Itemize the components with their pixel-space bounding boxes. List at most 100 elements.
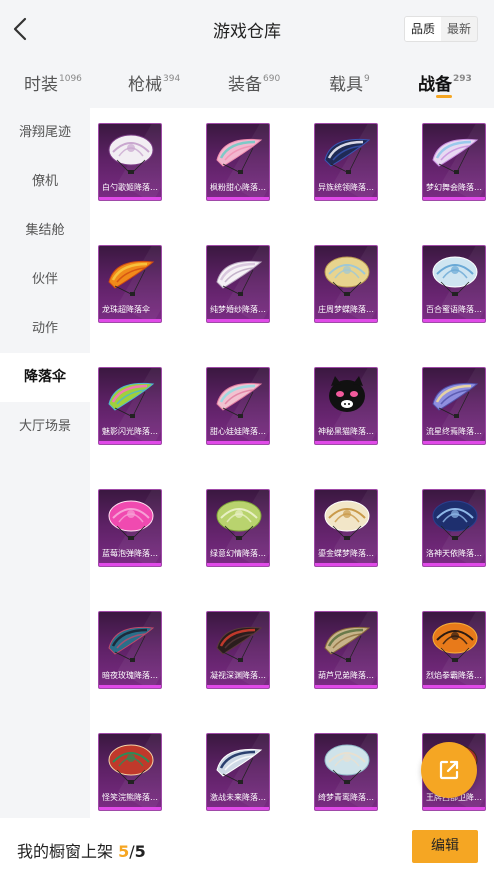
tab-supplies[interactable]: 战备293 (418, 70, 472, 95)
card-item-name: 枫粉甜心降落… (210, 183, 266, 192)
parachute-item-card[interactable]: 异族统领降落… (314, 123, 378, 201)
header: 游戏仓库 品质 最新 (0, 0, 494, 58)
external-link-icon (439, 760, 459, 780)
parachute-item-card[interactable]: 魅影闪光降落… (98, 367, 162, 445)
parachute-icon (108, 134, 154, 174)
parachute-icon (324, 500, 370, 540)
parachute-item-card[interactable]: 庄周梦蝶降落… (314, 245, 378, 323)
card-background: 枫粉甜心降落… (206, 123, 270, 201)
card-item-name: 纯梦婚纱降落… (210, 305, 266, 314)
card-background: 梦幻舞会降落… (422, 123, 486, 201)
parachute-item-card[interactable]: 枫粉甜心降落… (206, 123, 270, 201)
parachute-icon (216, 260, 263, 296)
card-item-name: 怪笑浣熊降落… (102, 793, 158, 802)
parachute-item-card[interactable]: 鎏金蝶梦降落… (314, 489, 378, 567)
parachute-item-card[interactable]: 暗夜玫瑰降落… (98, 611, 162, 689)
card-item-name: 魅影闪光降落… (102, 427, 158, 436)
card-background: 怪笑浣熊降落… (98, 733, 162, 811)
card-item-name: 凝视深渊降落… (210, 671, 266, 680)
sidebar-item-glide-trail[interactable]: 滑翔尾迹 (0, 108, 90, 157)
parachute-icon (108, 382, 155, 418)
card-background: 蓝莓泡弹降落… (98, 489, 162, 567)
card-item-name: 烈焰拳霸降落… (426, 671, 482, 680)
parachute-icon (329, 376, 365, 412)
parachute-item-card[interactable]: 甜心娃娃降落… (206, 367, 270, 445)
edit-button[interactable]: 编辑 (412, 830, 478, 863)
parachute-item-card[interactable]: 绿意幻情降落… (206, 489, 270, 567)
parachute-item-card[interactable]: 绮梦青鸾降落… (314, 733, 378, 811)
parachute-item-card[interactable]: 白勺歌姬降落… (98, 123, 162, 201)
card-background: 白勺歌姬降落… (98, 123, 162, 201)
share-button[interactable] (421, 742, 477, 798)
showcase-total: 5 (134, 842, 146, 861)
parachute-icon (216, 382, 263, 418)
card-item-name: 神秘黑猫降落… (318, 427, 374, 436)
parachute-icon (216, 626, 263, 662)
sidebar-item-emote[interactable]: 动作 (0, 304, 90, 353)
parachute-icon (324, 256, 370, 296)
card-item-name: 蓝莓泡弹降落… (102, 549, 158, 558)
showcase-footer: 我的橱窗上架 5/5 编辑 (0, 818, 494, 875)
parachute-item-card[interactable]: 激战未来降落… (206, 733, 270, 811)
tab-label: 战备 (418, 75, 452, 95)
card-background: 凝视深渊降落… (206, 611, 270, 689)
parachute-item-card[interactable]: 葫芦兄弟降落… (314, 611, 378, 689)
active-tab-indicator (436, 95, 452, 98)
tab-label: 枪械 (128, 75, 162, 95)
card-background: 绮梦青鸾降落… (314, 733, 378, 811)
tab-vehicles[interactable]: 载具9 (329, 70, 370, 95)
card-background: 洛神天依降落… (422, 489, 486, 567)
card-item-name: 龙珠超降落伞 (102, 305, 150, 314)
sidebar-item-wingman[interactable]: 僚机 (0, 157, 90, 206)
sidebar-item-lobby-scene[interactable]: 大厅场景 (0, 402, 90, 451)
card-background: 异族统领降落… (314, 123, 378, 201)
sidebar-item-pod[interactable]: 集结舱 (0, 206, 90, 255)
parachute-item-card[interactable]: 梦幻舞会降落… (422, 123, 486, 201)
tab-equipment[interactable]: 装备690 (228, 70, 280, 95)
parachute-icon (108, 260, 155, 296)
card-item-name: 异族统领降落… (318, 183, 374, 192)
tab-fashion[interactable]: 时装1096 (24, 70, 82, 95)
card-item-name: 流星终焉降落… (426, 427, 482, 436)
parachute-icon (432, 256, 478, 296)
parachute-item-card[interactable]: 怪笑浣熊降落… (98, 733, 162, 811)
parachute-icon (108, 744, 154, 784)
card-item-name: 绿意幻情降落… (210, 549, 266, 558)
parachute-icon (324, 744, 370, 784)
card-background: 神秘黑猫降落… (314, 367, 378, 445)
parachute-item-card[interactable]: 凝视深渊降落… (206, 611, 270, 689)
parachute-icon (108, 626, 155, 662)
sidebar-item-parachute[interactable]: 降落伞 (0, 353, 90, 402)
sidebar: 滑翔尾迹 僚机 集结舱 伙伴 动作 降落伞 大厅场景 (0, 108, 90, 818)
card-item-name: 白勺歌姬降落… (102, 183, 158, 192)
parachute-item-card[interactable]: 流星终焉降落… (422, 367, 486, 445)
category-tabs: 时装1096 枪械394 装备690 载具9 战备293 (0, 58, 494, 108)
item-grid: 白勺歌姬降落… 枫粉甜心降落… 异族统领降落… 梦幻舞会降落… 龙珠超降落伞 纯… (90, 108, 494, 818)
card-background: 庄周梦蝶降落… (314, 245, 378, 323)
tab-firearms[interactable]: 枪械394 (128, 70, 180, 95)
sidebar-item-companion[interactable]: 伙伴 (0, 255, 90, 304)
tab-label: 载具 (329, 75, 363, 95)
parachute-item-card[interactable]: 烈焰拳霸降落… (422, 611, 486, 689)
tab-count: 293 (453, 74, 472, 84)
card-item-name: 暗夜玫瑰降落… (102, 671, 158, 680)
parachute-item-card[interactable]: 洛神天依降落… (422, 489, 486, 567)
parachute-item-card[interactable]: 百合蜜语降落… (422, 245, 486, 323)
tab-count: 690 (263, 74, 281, 84)
parachute-item-card[interactable]: 蓝莓泡弹降落… (98, 489, 162, 567)
sort-toggle: 品质 最新 (404, 16, 478, 42)
parachute-icon (216, 748, 263, 784)
parachute-item-card[interactable]: 纯梦婚纱降落… (206, 245, 270, 323)
card-background: 甜心娃娃降落… (206, 367, 270, 445)
sort-option-quality[interactable]: 品质 (405, 17, 441, 41)
card-item-name: 绮梦青鸾降落… (318, 793, 374, 802)
card-background: 暗夜玫瑰降落… (98, 611, 162, 689)
card-item-name: 鎏金蝶梦降落… (318, 549, 374, 558)
parachute-item-card[interactable]: 龙珠超降落伞 (98, 245, 162, 323)
parachute-icon (432, 500, 478, 540)
card-background: 烈焰拳霸降落… (422, 611, 486, 689)
sort-option-latest[interactable]: 最新 (441, 17, 477, 41)
card-item-name: 洛神天依降落… (426, 549, 482, 558)
parachute-item-card[interactable]: 神秘黑猫降落… (314, 367, 378, 445)
card-item-name: 葫芦兄弟降落… (318, 671, 374, 680)
